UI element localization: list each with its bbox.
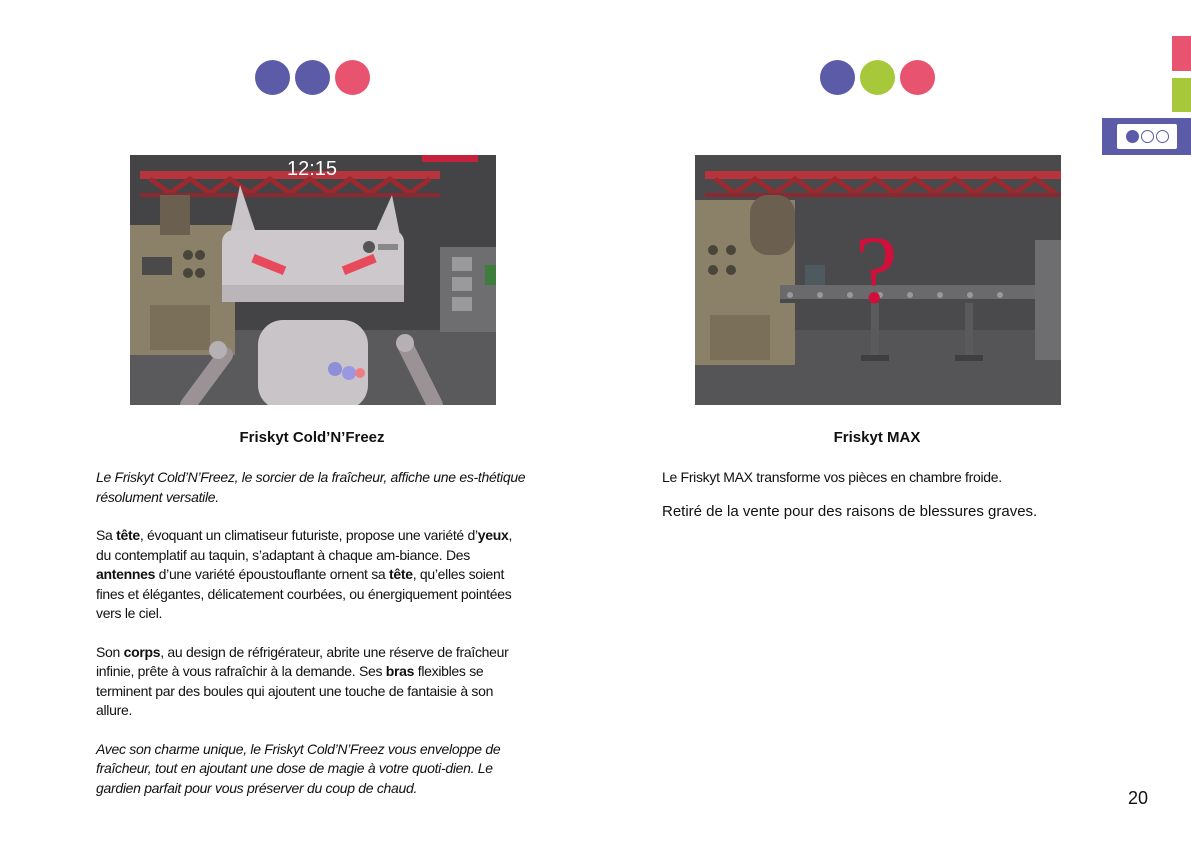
dot-green	[860, 60, 895, 95]
dot-blue	[820, 60, 855, 95]
mystery-scene-image: ?	[695, 155, 1061, 405]
intro-paragraph: Le Friskyt Cold’N’Freez, le sorcier de l…	[96, 469, 526, 505]
indicator-dot-filled	[1125, 130, 1139, 143]
head-paragraph: Sa tête, évoquant un climatiseur futuris…	[96, 527, 513, 621]
left-dot-row	[255, 60, 370, 95]
max-warning: Retiré de la vente pour des raisons de b…	[662, 502, 1038, 520]
question-mark: ?	[855, 216, 898, 323]
side-tab-indicator	[1117, 124, 1177, 149]
body-paragraph: Son corps, au design de réfrigérateur, a…	[96, 643, 509, 719]
outro-paragraph: Avec son charme unique, le Friskyt Cold’…	[96, 740, 501, 796]
dot-blue	[295, 60, 330, 95]
left-product-title: Friskyt Cold’N’Freez	[239, 429, 385, 446]
dot-red	[900, 60, 935, 95]
dot-blue	[255, 60, 290, 95]
max-description: Le Friskyt MAX transforme vos pièces en …	[662, 469, 1002, 485]
right-description: Le Friskyt MAX transforme vos pièces en …	[662, 468, 1122, 540]
side-tab-red[interactable]	[1172, 36, 1191, 71]
dot-red	[335, 60, 370, 95]
right-dot-row	[820, 60, 935, 95]
robot-scene-image: 12:15	[130, 155, 496, 405]
indicator-dot-empty	[1155, 130, 1169, 143]
page-number: 20	[1128, 788, 1149, 808]
image-clock-text: 12:15	[287, 158, 338, 180]
indicator-dot-empty	[1140, 130, 1154, 143]
side-tab-green[interactable]	[1172, 78, 1191, 112]
right-product-title: Friskyt MAX	[833, 429, 921, 446]
left-description: Le Friskyt Cold’N’Freez, le sorcier de l…	[96, 468, 526, 817]
